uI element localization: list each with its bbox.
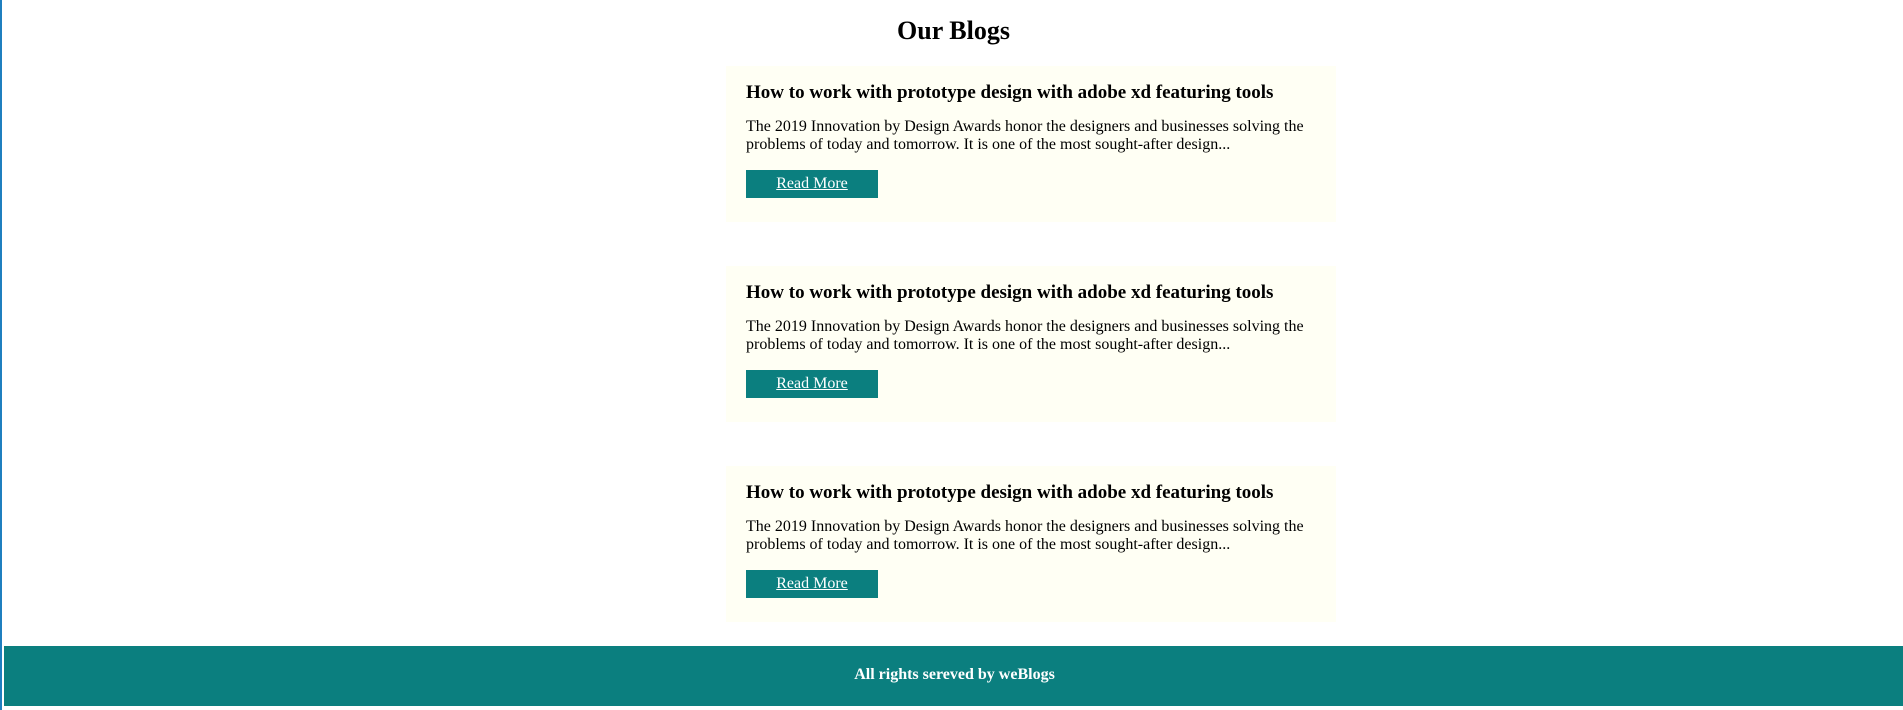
read-more-button[interactable]: Read More: [746, 170, 878, 198]
read-more-button[interactable]: Read More: [746, 370, 878, 398]
blog-excerpt: The 2019 Innovation by Design Awards hon…: [746, 318, 1304, 353]
blog-title: How to work with prototype design with a…: [746, 82, 1274, 103]
blog-card: How to work with prototype design with a…: [726, 66, 1336, 222]
page-title: Our Blogs: [897, 16, 1010, 45]
blog-excerpt: The 2019 Innovation by Design Awards hon…: [746, 518, 1304, 553]
footer-text: All rights sereved by weBlogs: [854, 666, 1055, 683]
site-footer: All rights sereved by weBlogs: [4, 646, 1903, 706]
blog-title: How to work with prototype design with a…: [746, 482, 1274, 503]
blog-card: How to work with prototype design with a…: [726, 466, 1336, 622]
blog-card: How to work with prototype design with a…: [726, 266, 1336, 422]
read-more-button[interactable]: Read More: [746, 570, 878, 598]
blog-excerpt: The 2019 Innovation by Design Awards hon…: [746, 118, 1304, 153]
blog-title: How to work with prototype design with a…: [746, 282, 1274, 303]
